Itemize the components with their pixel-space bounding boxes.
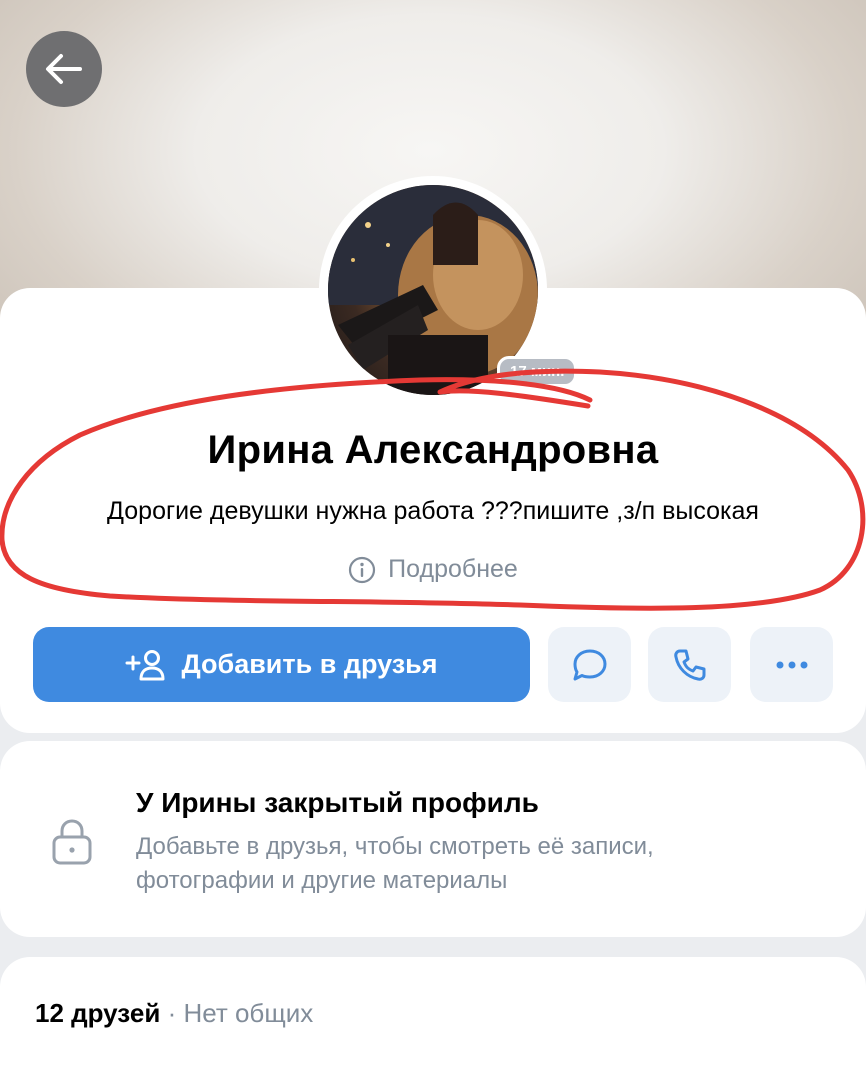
phone-icon [673,649,705,681]
profile-name: Ирина Александровна [207,428,659,472]
add-friend-icon [125,649,165,680]
add-friend-label: Добавить в друзья [181,649,438,679]
message-button[interactable] [548,627,631,702]
info-circle-icon [349,556,376,583]
online-status-badge: 17 мин. [497,356,578,387]
arrow-left-icon [46,54,82,84]
more-button[interactable] [750,627,833,702]
more-info-label: Подробнее [388,555,518,583]
profile-status: Дорогие девушки нужна работа ???пишите ,… [107,497,759,525]
mutual-friends-label: Нет общих [183,998,314,1028]
friends-count: 12 друзей [35,998,161,1028]
friends-separator: · [167,998,177,1028]
more-info-link[interactable]: Подробнее [0,555,866,584]
message-bubble-icon [573,649,606,680]
more-dots-icon [776,661,807,668]
call-button[interactable] [648,627,731,702]
back-button[interactable] [26,31,102,107]
closed-profile-description: Добавьте в друзья, чтобы смотреть её зап… [136,833,654,894]
closed-profile-title: У Ирины закрытый профиль [136,787,539,818]
add-friend-button[interactable]: Добавить в друзья [33,627,530,702]
lock-icon [52,819,92,865]
friends-summary[interactable]: 12 друзей · Нет общих [35,998,313,1029]
